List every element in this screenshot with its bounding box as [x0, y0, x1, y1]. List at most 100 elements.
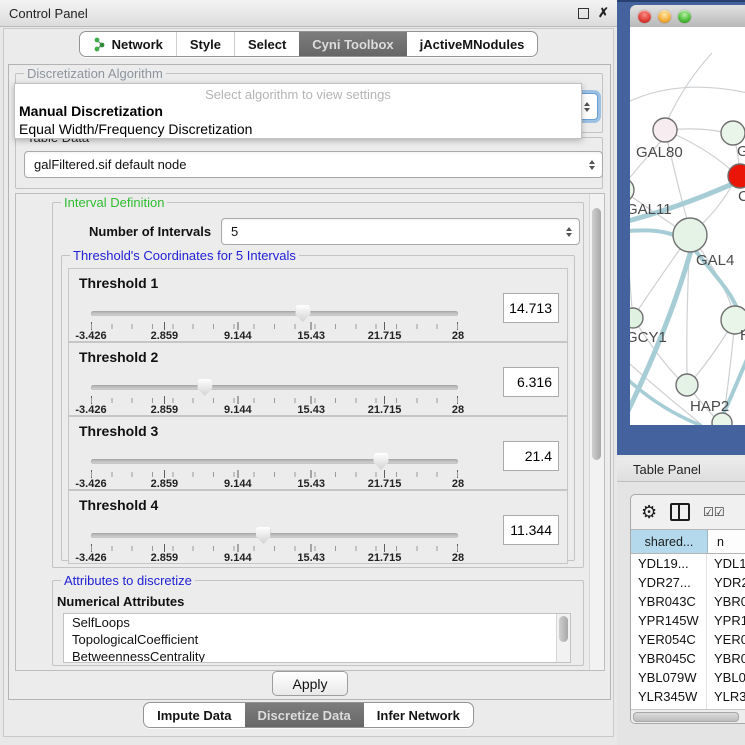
panel-title: Control Panel — [0, 6, 88, 21]
table-toolbar: ⚙ ☑☑ — [631, 495, 745, 529]
node-right-top[interactable] — [721, 121, 745, 145]
node-label-hap2: HAP2 — [690, 398, 729, 415]
threshold-4-value-field[interactable] — [503, 515, 559, 545]
table-row[interactable]: YPR145WYPR1 — [631, 611, 745, 630]
control-panel-titlebar: Control Panel — [0, 0, 617, 27]
tab-impute-data[interactable]: Impute Data — [144, 703, 244, 727]
select-columns-icon[interactable]: ☑☑ — [703, 505, 725, 519]
node-label-gcy1: GCY1 — [630, 329, 667, 346]
threshold-1-panel: Threshold 1 -3.4262.8599.14415.4321.7152… — [68, 268, 568, 342]
threshold-2-label: Threshold 2 — [79, 349, 158, 365]
threshold-1-slider-track[interactable] — [91, 311, 458, 316]
threshold-4-slider-thumb[interactable] — [256, 527, 271, 544]
zoom-window-icon[interactable] — [678, 10, 691, 23]
tab-select[interactable]: Select — [234, 32, 299, 56]
threshold-2-slider-thumb[interactable] — [197, 379, 212, 396]
threshold-3-label: Threshold 3 — [79, 423, 158, 439]
node-label-gal80: GAL80 — [636, 144, 683, 161]
network-icon — [93, 37, 107, 52]
split-columns-icon[interactable] — [670, 503, 690, 521]
tab-infer-network[interactable]: Infer Network — [364, 703, 473, 727]
number-of-intervals-combobox[interactable]: 5 — [221, 218, 580, 245]
network-graph: GAL80 GA C GAL11 GAL4 GCY1 H HAP2 — [630, 27, 745, 425]
tab-cyni-toolbox[interactable]: Cyni Toolbox — [299, 32, 406, 56]
number-of-intervals-label: Number of Intervals — [89, 224, 211, 239]
node-hap2[interactable] — [676, 374, 698, 396]
table-data-combobox[interactable]: galFiltered.sif default node — [24, 151, 603, 178]
table-panel-body: ⚙ ☑☑ shared... n YDL19...YDL1 YDR27...YD… — [617, 482, 745, 745]
slider-tick-labels: -3.4262.8599.14415.4321.71528 — [91, 330, 458, 341]
threshold-3-slider-track[interactable] — [91, 459, 458, 464]
algorithm-dropdown-popup: Select algorithm to view settings Manual… — [14, 83, 582, 139]
table-row[interactable]: YLR345WYLR3 — [631, 687, 745, 706]
list-item[interactable]: BetweennessCentrality — [64, 648, 570, 663]
tab-jactivemnodules[interactable]: jActiveMNodules — [407, 32, 538, 56]
minimize-window-icon[interactable] — [658, 10, 671, 23]
list-scrollbar[interactable] — [556, 614, 570, 662]
table-row[interactable]: YER054CYER0 — [631, 630, 745, 649]
float-window-icon[interactable] — [578, 8, 589, 19]
network-view-canvas[interactable]: GAL80 GA C GAL11 GAL4 GCY1 H HAP2 — [630, 27, 745, 425]
discretization-algorithm-title: Discretization Algorithm — [24, 66, 166, 81]
attributes-group-title: Attributes to discretize — [61, 573, 195, 588]
slider-minor-ticks — [91, 324, 459, 329]
node-label-c: C — [738, 188, 745, 205]
control-panel: Control Panel ✗ Network Style Select Cyn… — [0, 0, 617, 745]
interval-definition-title: Interval Definition — [61, 195, 167, 210]
top-tab-bar: Network Style Select Cyni Toolbox jActiv… — [0, 31, 617, 57]
list-item[interactable]: SelfLoops — [64, 614, 570, 631]
table-header-row: shared... n — [631, 529, 745, 554]
tab-style[interactable]: Style — [176, 32, 234, 56]
slider-tick-labels: -3.4262.8599.14415.4321.71528 — [91, 404, 458, 415]
table-row[interactable]: YDL19...YDL1 — [631, 554, 745, 573]
node-gal80[interactable] — [653, 118, 677, 142]
list-item[interactable]: TopologicalCoefficient — [64, 631, 570, 648]
gear-icon[interactable]: ⚙ — [641, 503, 657, 521]
column-header-shared-name[interactable]: shared... — [631, 530, 708, 553]
settings-scrollbar[interactable] — [589, 194, 604, 670]
table-row[interactable]: YBR045CYBR0 — [631, 649, 745, 668]
threshold-1-slider-thumb[interactable] — [295, 305, 310, 322]
table-row[interactable]: YDR27...YDR2 — [631, 573, 745, 592]
settings-scrollbar-thumb[interactable] — [592, 208, 601, 460]
network-window-titlebar[interactable] — [630, 5, 745, 28]
numerical-attributes-list: SelfLoops TopologicalCoefficient Between… — [63, 613, 571, 663]
option-manual-discretization[interactable]: Manual Discretization — [15, 102, 581, 120]
numerical-attributes-label: Numerical Attributes — [57, 594, 184, 609]
threshold-4-slider-track[interactable] — [91, 533, 458, 538]
node-red-selected[interactable] — [728, 164, 745, 188]
bottom-tab-bar: Impute Data Discretize Data Infer Networ… — [0, 702, 617, 728]
threshold-2-panel: Threshold 2 -3.4262.8599.14415.4321.7152… — [68, 342, 568, 416]
node-gal4[interactable] — [673, 218, 707, 252]
table-row[interactable]: YBL079WYBL0 — [631, 668, 745, 687]
tab-discretize-data[interactable]: Discretize Data — [245, 703, 364, 727]
close-window-icon[interactable] — [638, 10, 651, 23]
table-data-group: Table Data galFiltered.sif default node — [15, 137, 603, 189]
algorithm-hint-option[interactable]: Select algorithm to view settings — [15, 84, 581, 102]
threshold-2-value-field[interactable] — [503, 367, 559, 397]
column-header-name[interactable]: n — [708, 530, 745, 553]
number-of-intervals-value: 5 — [231, 224, 238, 239]
threshold-3-value-field[interactable] — [503, 441, 559, 471]
tab-network[interactable]: Network — [80, 32, 176, 56]
list-scrollbar-thumb[interactable] — [559, 616, 568, 642]
threshold-1-value-field[interactable] — [503, 293, 559, 323]
node-table-container: ⚙ ☑☑ shared... n YDL19...YDL1 YDR27...YD… — [630, 494, 745, 724]
close-panel-icon[interactable]: ✗ — [598, 5, 609, 21]
node-gcy1[interactable] — [630, 308, 643, 328]
table-row[interactable]: YBR043CYBR0 — [631, 592, 745, 611]
slider-tick-labels: -3.4262.8599.14415.4321.71528 — [91, 552, 458, 563]
table-horizontal-scrollbar[interactable] — [631, 709, 745, 723]
option-equal-width-frequency[interactable]: Equal Width/Frequency Discretization — [15, 120, 581, 138]
combo-arrows-icon — [584, 102, 590, 112]
node-label-gal4: GAL4 — [696, 252, 734, 269]
threshold-3-slider-thumb[interactable] — [373, 453, 388, 470]
apply-button[interactable]: Apply — [272, 671, 348, 696]
combo-arrows-icon — [566, 227, 572, 237]
threshold-2-slider-track[interactable] — [91, 385, 458, 390]
combo-arrows-icon — [589, 160, 595, 170]
slider-tick-labels: -3.4262.8599.14415.4321.71528 — [91, 478, 458, 489]
settings-scroll-panel: Interval Definition Number of Intervals … — [15, 193, 605, 671]
node-label-gal11: GAL11 — [630, 201, 672, 218]
table-horizontal-scrollbar-thumb[interactable] — [633, 712, 739, 722]
